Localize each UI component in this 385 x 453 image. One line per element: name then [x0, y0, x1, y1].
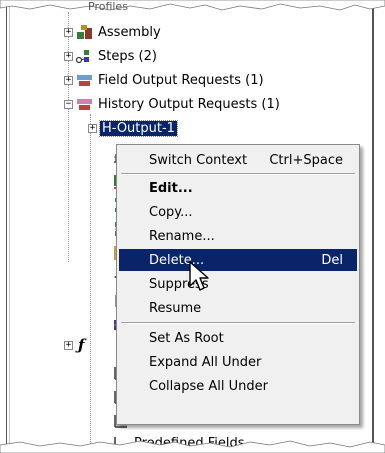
history-output-icon — [77, 99, 92, 110]
menu-item-label: Rename... — [149, 228, 215, 244]
tree-item-label: History Output Requests (1) — [98, 96, 280, 112]
expand-toggle[interactable]: + — [64, 75, 73, 85]
frame-left-edge — [6, 0, 7, 453]
tree-item-assembly[interactable]: + Assembly — [64, 22, 161, 42]
tree-item-label: Assembly — [98, 24, 161, 40]
expand-toggle[interactable]: + — [64, 27, 73, 37]
menu-item-resume[interactable]: Resume — [119, 297, 357, 319]
mouse-pointer-icon — [189, 261, 209, 291]
partial-top-label: Profiles — [88, 0, 128, 10]
menu-item-label: Copy... — [149, 204, 193, 220]
menu-item-shortcut: Del — [321, 252, 343, 268]
menu-item-delete[interactable]: Delete... Del — [119, 249, 357, 271]
tree-guide-vertical-child — [90, 114, 91, 444]
frame-right-edge — [372, 0, 374, 453]
menu-item-collapse-all-under[interactable]: Collapse All Under — [119, 375, 357, 397]
frame-left-edge-inner — [9, 0, 10, 453]
torn-edge-bottom — [0, 440, 385, 453]
field-output-icon — [77, 75, 92, 86]
expand-toggle[interactable]: + — [64, 340, 73, 350]
menu-item-suppress[interactable]: Suppress — [119, 273, 357, 295]
context-menu: Switch Context Ctrl+Space Edit... Copy..… — [116, 144, 360, 425]
menu-item-copy[interactable]: Copy... — [119, 201, 357, 223]
menu-item-label: Set As Root — [149, 330, 224, 346]
assembly-icon — [77, 25, 92, 39]
menu-separator — [121, 173, 355, 175]
tree-item-amplitudes[interactable]: + ƒ — [64, 336, 84, 354]
steps-icon — [76, 50, 89, 64]
tree-item-steps[interactable]: + Steps (2) — [64, 46, 157, 66]
menu-item-label: Suppress — [149, 276, 209, 292]
expand-toggle[interactable]: + — [64, 51, 73, 61]
menu-item-edit[interactable]: Edit... — [119, 177, 357, 199]
menu-item-label: Expand All Under — [149, 354, 262, 370]
menu-item-set-as-root[interactable]: Set As Root — [119, 327, 357, 349]
tree-item-label: H-Output-1 — [99, 119, 178, 137]
tree-item-history-output-requests[interactable]: − History Output Requests (1) — [64, 94, 280, 114]
amplitude-icon: ƒ — [78, 336, 85, 354]
menu-item-label: Resume — [149, 300, 202, 316]
expand-toggle[interactable]: + — [88, 123, 97, 133]
collapse-toggle[interactable]: − — [64, 99, 73, 109]
menu-item-label: Switch Context — [149, 152, 248, 168]
tree-item-label: Steps (2) — [98, 48, 157, 64]
menu-item-expand-all-under[interactable]: Expand All Under — [119, 351, 357, 373]
tree-item-h-output-1[interactable]: + H-Output-1 — [88, 118, 178, 138]
torn-edge-top — [0, 0, 385, 11]
tree-item-label: Field Output Requests (1) — [98, 72, 264, 88]
menu-item-shortcut: Ctrl+Space — [269, 152, 343, 168]
menu-item-label: Delete... — [149, 252, 205, 268]
tree-item-field-output-requests[interactable]: + Field Output Requests (1) — [64, 70, 264, 90]
menu-separator — [121, 322, 355, 324]
menu-item-label: Collapse All Under — [149, 378, 268, 394]
menu-item-rename[interactable]: Rename... — [119, 225, 357, 247]
menu-item-switch-context[interactable]: Switch Context Ctrl+Space — [119, 149, 357, 171]
menu-item-label: Edit... — [149, 180, 193, 196]
